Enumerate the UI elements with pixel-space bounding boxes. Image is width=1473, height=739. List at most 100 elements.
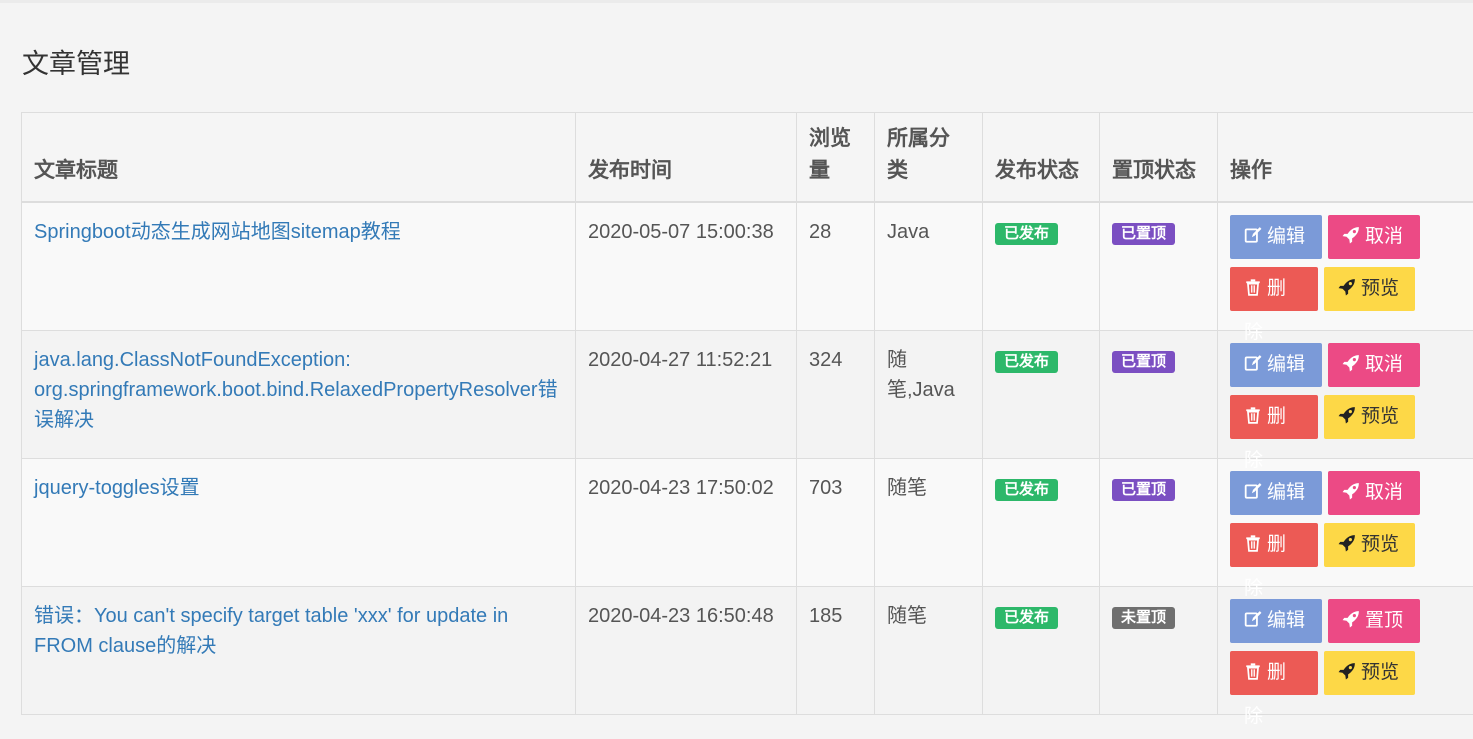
- article-table: 文章标题 发布时间 浏览量 所属分类 发布状态 置顶状态 操作 Springbo…: [21, 112, 1473, 715]
- cell-title: 错误：You can't specify target table 'xxx' …: [22, 587, 576, 715]
- table-header-row: 文章标题 发布时间 浏览量 所属分类 发布状态 置顶状态 操作: [22, 113, 1473, 203]
- publish-status-badge: 已发布: [995, 607, 1058, 629]
- cell-publish-status: 已发布: [983, 331, 1100, 459]
- cell-top-status: 已置顶: [1100, 331, 1218, 459]
- preview-button[interactable]: 预览: [1324, 395, 1415, 439]
- cell-top-status: 已置顶: [1100, 202, 1218, 331]
- header-title[interactable]: 文章标题: [22, 113, 576, 203]
- preview-button[interactable]: 预览: [1324, 523, 1415, 567]
- edit-button-label: 编辑: [1267, 354, 1305, 375]
- article-title-link[interactable]: jquery-toggles设置: [34, 477, 200, 499]
- cell-category: 随笔: [875, 587, 983, 715]
- cell-top-status: 已置顶: [1100, 459, 1218, 587]
- toggle-top-button[interactable]: 取消: [1328, 343, 1420, 387]
- table-row: jquery-toggles设置 2020-04-23 17:50:02 703…: [22, 459, 1473, 587]
- edit-button[interactable]: 编辑: [1230, 343, 1322, 387]
- publish-status-badge: 已发布: [995, 223, 1058, 245]
- cell-views: 185: [797, 587, 875, 715]
- cell-title: jquery-toggles设置: [22, 459, 576, 587]
- edit-icon: [1244, 226, 1262, 244]
- rocket-icon: [1342, 226, 1360, 244]
- cell-actions: 编辑 取消 删除 预览: [1218, 202, 1473, 331]
- toggle-top-button-label: 取消: [1365, 354, 1403, 375]
- cell-date: 2020-04-27 11:52:21: [576, 331, 797, 459]
- page-title: 文章管理: [22, 42, 130, 81]
- delete-button[interactable]: 删除: [1230, 651, 1318, 695]
- header-actions: 操作: [1218, 113, 1473, 203]
- edit-button-label: 编辑: [1267, 610, 1305, 631]
- preview-button-label: 预览: [1361, 662, 1399, 683]
- edit-button[interactable]: 编辑: [1230, 215, 1322, 259]
- cell-actions: 编辑 取消 删除 预览: [1218, 331, 1473, 459]
- cell-publish-status: 已发布: [983, 202, 1100, 331]
- edit-icon: [1244, 354, 1262, 372]
- toggle-top-button-label: 取消: [1365, 482, 1403, 503]
- header-publish-status[interactable]: 发布状态: [983, 113, 1100, 203]
- cell-actions: 编辑 取消 删除 预览: [1218, 459, 1473, 587]
- cell-views: 703: [797, 459, 875, 587]
- edit-button[interactable]: 编辑: [1230, 599, 1322, 643]
- rocket-icon: [1338, 534, 1356, 552]
- toggle-top-button[interactable]: 取消: [1328, 215, 1420, 259]
- edit-button[interactable]: 编辑: [1230, 471, 1322, 515]
- rocket-icon: [1338, 406, 1356, 424]
- rocket-icon: [1342, 610, 1360, 628]
- toggle-top-button-label: 置顶: [1365, 610, 1403, 631]
- trash-icon: [1244, 534, 1262, 552]
- article-table-container: 文章标题 发布时间 浏览量 所属分类 发布状态 置顶状态 操作 Springbo…: [21, 112, 1473, 715]
- cell-category: 随笔,Java: [875, 331, 983, 459]
- toggle-top-button-label: 取消: [1365, 226, 1403, 247]
- article-title-link[interactable]: java.lang.ClassNotFoundException: org.sp…: [34, 349, 558, 431]
- trash-icon: [1244, 662, 1262, 680]
- delete-button[interactable]: 删除: [1230, 523, 1318, 567]
- delete-button[interactable]: 删除: [1230, 267, 1318, 311]
- cell-views: 28: [797, 202, 875, 331]
- cell-top-status: 未置顶: [1100, 587, 1218, 715]
- edit-button-label: 编辑: [1267, 482, 1305, 503]
- top-divider: [0, 0, 1473, 3]
- publish-status-badge: 已发布: [995, 479, 1058, 501]
- toggle-top-button[interactable]: 取消: [1328, 471, 1420, 515]
- top-status-badge: 已置顶: [1112, 351, 1175, 373]
- table-row: Springboot动态生成网站地图sitemap教程 2020-05-07 1…: [22, 202, 1473, 331]
- preview-button[interactable]: 预览: [1324, 651, 1415, 695]
- publish-status-badge: 已发布: [995, 351, 1058, 373]
- edit-icon: [1244, 610, 1262, 628]
- header-views[interactable]: 浏览量: [797, 113, 875, 203]
- cell-title: Springboot动态生成网站地图sitemap教程: [22, 202, 576, 331]
- cell-title: java.lang.ClassNotFoundException: org.sp…: [22, 331, 576, 459]
- preview-button-label: 预览: [1361, 278, 1399, 299]
- edit-icon: [1244, 482, 1262, 500]
- table-row: 错误：You can't specify target table 'xxx' …: [22, 587, 1473, 715]
- cell-date: 2020-04-23 16:50:48: [576, 587, 797, 715]
- cell-views: 324: [797, 331, 875, 459]
- top-status-badge: 已置顶: [1112, 223, 1175, 245]
- cell-publish-status: 已发布: [983, 459, 1100, 587]
- cell-category: Java: [875, 202, 983, 331]
- article-title-link[interactable]: 错误：You can't specify target table 'xxx' …: [34, 605, 508, 657]
- rocket-icon: [1342, 482, 1360, 500]
- preview-button-label: 预览: [1361, 534, 1399, 555]
- header-date[interactable]: 发布时间: [576, 113, 797, 203]
- top-status-badge: 未置顶: [1112, 607, 1175, 629]
- cell-category: 随笔: [875, 459, 983, 587]
- cell-date: 2020-05-07 15:00:38: [576, 202, 797, 331]
- edit-button-label: 编辑: [1267, 226, 1305, 247]
- toggle-top-button[interactable]: 置顶: [1328, 599, 1420, 643]
- article-title-link[interactable]: Springboot动态生成网站地图sitemap教程: [34, 221, 401, 243]
- header-category[interactable]: 所属分类: [875, 113, 983, 203]
- table-row: java.lang.ClassNotFoundException: org.sp…: [22, 331, 1473, 459]
- delete-button[interactable]: 删除: [1230, 395, 1318, 439]
- rocket-icon: [1338, 278, 1356, 296]
- preview-button-label: 预览: [1361, 406, 1399, 427]
- cell-publish-status: 已发布: [983, 587, 1100, 715]
- cell-date: 2020-04-23 17:50:02: [576, 459, 797, 587]
- top-status-badge: 已置顶: [1112, 479, 1175, 501]
- preview-button[interactable]: 预览: [1324, 267, 1415, 311]
- rocket-icon: [1342, 354, 1360, 372]
- cell-actions: 编辑 置顶 删除 预览: [1218, 587, 1473, 715]
- rocket-icon: [1338, 662, 1356, 680]
- trash-icon: [1244, 406, 1262, 424]
- trash-icon: [1244, 278, 1262, 296]
- header-top-status[interactable]: 置顶状态: [1100, 113, 1218, 203]
